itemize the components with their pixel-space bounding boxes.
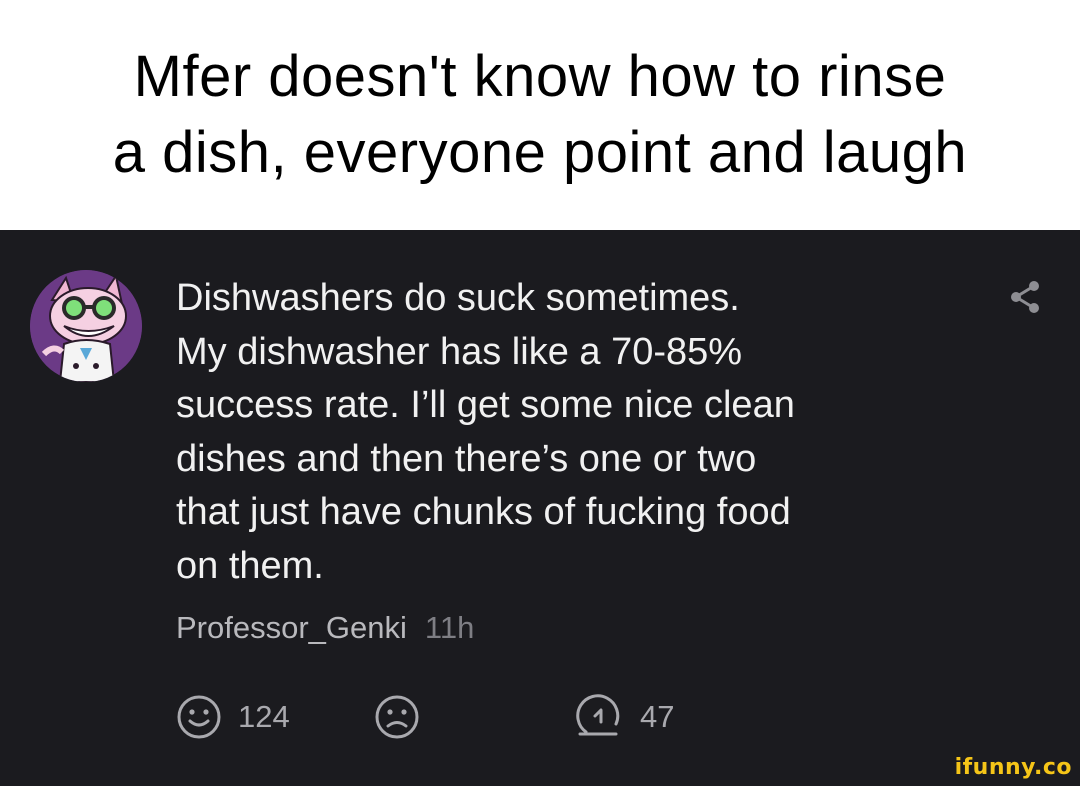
cartoon-cat-avatar-icon — [30, 270, 142, 382]
smile-icon — [177, 695, 221, 739]
comment-line: dishes and then there’s one or two — [176, 437, 757, 480]
comment-card: Dishwashers do suck sometimes. My dishwa… — [0, 230, 1080, 786]
caption-text: Mfer doesn't know how to rinse a dish, e… — [113, 39, 967, 191]
comment-line: on them. — [176, 544, 324, 587]
comment-line: success rate. I’ll get some nice clean — [176, 384, 795, 426]
frown-button[interactable] — [374, 694, 420, 740]
timestamp: 11h — [424, 610, 475, 645]
reply-icon — [576, 694, 620, 736]
share-button[interactable] — [1006, 278, 1044, 316]
author-name[interactable]: Professor_Genki — [176, 610, 407, 645]
meme-caption: Mfer doesn't know how to rinse a dish, e… — [0, 0, 1080, 230]
comment-text: Dishwashers do suck sometimes. My dishwa… — [176, 272, 956, 593]
comment-line: My dishwasher has like a 70-85% — [176, 330, 743, 373]
comment-line: Dishwashers do suck sometimes. — [176, 277, 740, 319]
caption-line-1: Mfer doesn't know how to rinse — [133, 44, 947, 109]
caption-line-2: a dish, everyone point and laugh — [112, 120, 968, 185]
smile-count: 124 — [238, 699, 290, 734]
share-icon — [1011, 281, 1039, 313]
smile-button[interactable]: 124 — [176, 694, 290, 740]
reply-count: 47 — [640, 699, 675, 734]
comment-meta: Professor_Genki 11h — [176, 608, 474, 648]
frown-icon — [375, 695, 419, 739]
comment-line: that just have chunks of fucking food — [176, 491, 791, 533]
ifunny-watermark: ifunny.co — [954, 755, 1072, 780]
reply-button[interactable]: 47 — [576, 694, 674, 740]
avatar[interactable] — [30, 270, 142, 382]
